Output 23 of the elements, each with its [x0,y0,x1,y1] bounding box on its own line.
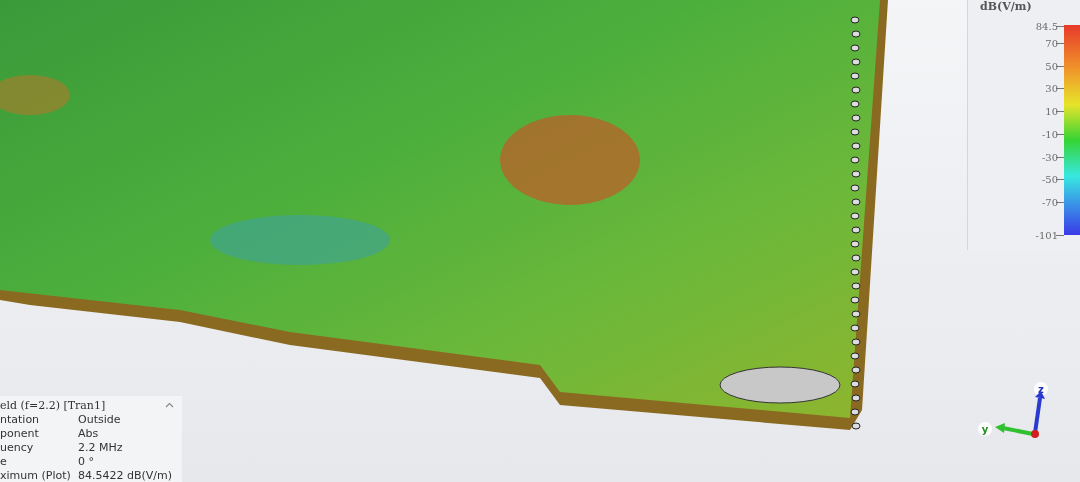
legend-tick-label: 10 [1045,105,1058,117]
legend-unit: dB(V/m) [980,0,1032,13]
legend-tick-label: -10 [1041,128,1058,140]
legend-tick-label: -70 [1041,196,1058,208]
legend-tick-label: 70 [1045,37,1058,49]
plot-info-title: eld (f=2.2) [Tran1] [0,399,106,412]
collapse-icon[interactable] [165,402,174,409]
property-value: Abs [78,426,100,440]
property-label: ponent [0,426,40,440]
property-label: ntation [0,412,41,426]
legend-tick-label: 50 [1045,60,1058,72]
legend-tick-label: 84.5 [1035,20,1058,32]
property-value: 2.2 MHz [78,440,124,454]
legend-tick-label: -30 [1041,151,1058,163]
property-label: ximum (Plot) [0,468,72,482]
property-label: e [0,454,8,468]
legend-tick-label: -50 [1041,173,1058,185]
property-value: 0 ° [78,454,95,468]
legend-tick-label: -101 [1035,229,1058,241]
legend-tick-label: 30 [1045,82,1058,94]
property-value: Outside [78,412,122,426]
property-label: uency [0,440,35,454]
property-value: 84.5422 dB(V/m) [78,468,174,482]
